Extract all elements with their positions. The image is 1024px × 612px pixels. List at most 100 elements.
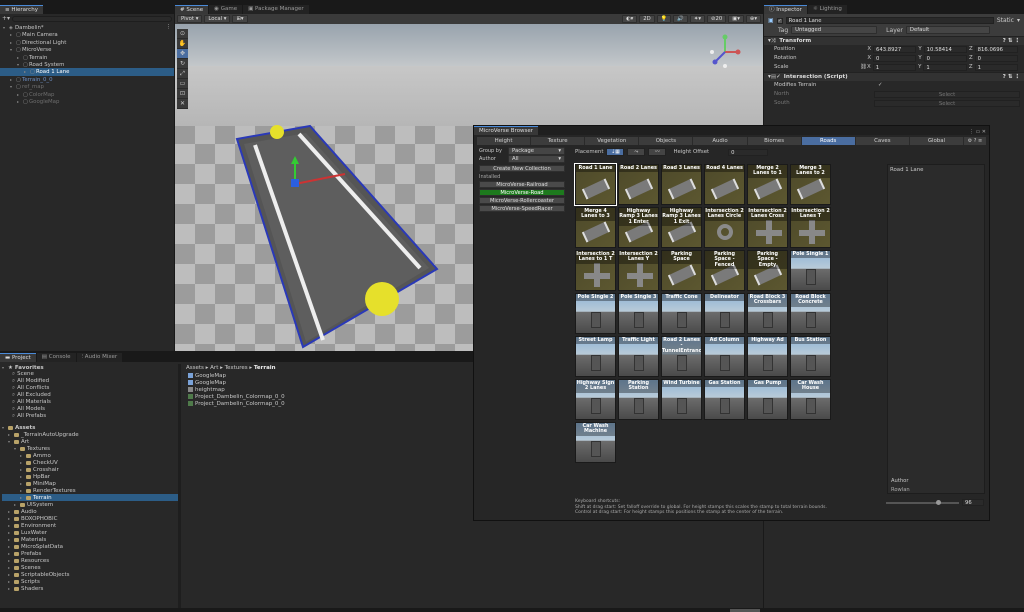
asset-folder[interactable]: ▾ Textures — [2, 445, 178, 452]
placement-spline-button[interactable]: 〰 — [648, 148, 667, 156]
effects-toggle[interactable]: ✦▾ — [689, 15, 706, 23]
asset-folder[interactable]: ▸ Environment — [2, 522, 178, 529]
create-collection-button[interactable]: Create New Collection — [479, 165, 565, 172]
layer-dropdown[interactable]: Default — [905, 26, 990, 34]
group-by-dropdown[interactable]: Package ▾ — [508, 147, 565, 155]
stamp-item[interactable]: Road Block 3 Crossbars — [747, 293, 788, 334]
asset-folder[interactable]: ▸ Resources — [2, 557, 178, 564]
stamp-item[interactable]: Car Wash Machine — [575, 422, 616, 463]
stamp-item[interactable]: Merge 3 Lanes to 2 — [790, 164, 831, 205]
move-tool-icon[interactable]: ✥ — [177, 49, 188, 59]
stamp-item[interactable]: Merge 2 Lanes to 1 — [747, 164, 788, 205]
height-offset-field[interactable]: 0 — [728, 148, 769, 156]
stamp-item[interactable]: Pole Single 2 — [575, 293, 616, 334]
draw-mode-button[interactable]: ◐▾ — [621, 15, 638, 23]
lighting-toggle[interactable]: 💡 — [656, 15, 672, 23]
scale-y-field[interactable]: 1 — [923, 64, 967, 71]
stamp-item[interactable]: Parking Space - Fenced — [704, 250, 745, 291]
position-x-field[interactable]: 643.8927 — [873, 46, 917, 53]
window-menu-icon[interactable]: ⋮ ▭ ✕ — [969, 129, 989, 135]
hierarchy-item[interactable]: ▾ ◈ Dambelin* ⋮ — [0, 24, 174, 31]
asset-folder[interactable]: ▸ Materials — [2, 536, 178, 543]
constrain-scale-icon[interactable]: ⛓ — [860, 63, 867, 72]
add-icon[interactable]: +▾ — [2, 15, 10, 22]
stamp-item[interactable]: Highway Sign 2 Lanes — [575, 379, 616, 420]
stamp-item[interactable]: Ad Column — [704, 336, 745, 377]
thumb-size-slider[interactable] — [886, 500, 959, 505]
breadcrumb-assets[interactable]: Assets — [186, 365, 204, 371]
camera-button[interactable]: ▣▾ — [728, 15, 744, 23]
stamp-item[interactable]: Intersection 2 Lanes Circle — [704, 207, 745, 248]
tab-global[interactable]: Global — [909, 137, 964, 145]
stamp-item[interactable]: Road 2 Lanes - TunnelEntrance — [661, 336, 702, 377]
tab-scene[interactable]: # Scene — [175, 5, 209, 14]
breadcrumb-terrain[interactable]: Terrain — [254, 365, 276, 371]
asset-folder[interactable]: ▸ HpBar — [2, 473, 178, 480]
stamp-item[interactable]: Road 3 Lanes — [661, 164, 702, 205]
rotation-x-field[interactable]: 0 — [873, 55, 917, 62]
grid-snap-button[interactable]: ⊞▾ — [232, 15, 248, 23]
tab-hierarchy[interactable]: ≡ Hierarchy — [0, 5, 43, 14]
favorites-header[interactable]: ▾ ★ Favorites — [2, 364, 178, 371]
asset-folder[interactable]: ▸ LuxWater — [2, 529, 178, 536]
stamp-item[interactable]: Gas Station — [704, 379, 745, 420]
component-menu-icon[interactable]: ? ⇅ ⋮ — [1003, 37, 1024, 45]
hierarchy-item[interactable]: ▸ ▢Terrain — [0, 54, 174, 61]
hidden-objects-counter[interactable]: ⊘20 — [707, 15, 727, 23]
tab-caves[interactable]: Caves — [855, 137, 910, 145]
asset-folder[interactable]: ▸ Shaders — [2, 585, 178, 592]
stamp-item[interactable]: Road 4 Lanes — [704, 164, 745, 205]
thumb-size-field[interactable]: 96 — [962, 499, 984, 506]
stamp-item[interactable]: Road Block Concrete — [790, 293, 831, 334]
stamp-item[interactable]: Road 1 Lane — [574, 163, 617, 206]
modifies-terrain-checkbox[interactable]: ✓ — [878, 81, 883, 90]
stamp-item[interactable]: Highway Ad — [747, 336, 788, 377]
asset-folder[interactable]: ▸ Prefabs — [2, 550, 178, 557]
transform-tool-icon[interactable]: ⊡ — [177, 89, 188, 99]
asset-folder[interactable]: ▸ CheckUV — [2, 459, 178, 466]
asset-folder[interactable]: ▸ MicroSplatData — [2, 543, 178, 550]
stamp-item[interactable]: Gas Pump — [747, 379, 788, 420]
tab-biomes[interactable]: Biomes — [747, 137, 802, 145]
stamp-item[interactable]: Intersection 2 Lanes T — [790, 207, 831, 248]
asset-folder[interactable]: ▸ Terrain — [2, 494, 178, 501]
placement-surface-button[interactable]: ⤳ — [627, 148, 646, 156]
stamp-item[interactable]: Car Wash House — [790, 379, 831, 420]
scene-menu-icon[interactable]: ⋮ — [166, 24, 174, 31]
stamp-item[interactable]: Street Lamp — [575, 336, 616, 377]
hierarchy-item[interactable]: ▾ ▢Road System — [0, 61, 174, 68]
asset-folder[interactable]: ▸ UISystem — [2, 501, 178, 508]
tab-roads[interactable]: Roads — [801, 137, 856, 145]
assets-header[interactable]: ▾ Assets — [2, 424, 178, 431]
scale-x-field[interactable]: 1 — [872, 64, 917, 71]
stamp-item[interactable]: Intersection 2 Lanes Y — [618, 250, 659, 291]
placement-flat-button[interactable]: ⇣▦ — [606, 148, 625, 156]
stamp-item[interactable]: Traffic Light — [618, 336, 659, 377]
asset-folder[interactable]: ▸ MiniMap — [2, 480, 178, 487]
tag-dropdown[interactable]: Untagged — [791, 26, 878, 34]
hierarchy-item[interactable]: ▾ ▢ref_map — [0, 83, 174, 90]
rotate-tool-icon[interactable]: ↻ — [177, 59, 188, 69]
stamp-item[interactable]: Delineator — [704, 293, 745, 334]
tab-audio-mixer[interactable]: ⫶ Audio Mixer — [76, 353, 123, 362]
favorite-item[interactable]: ⌕ Scene — [2, 371, 178, 378]
microverse-tab-icons[interactable]: ⚙ ? ≡ — [964, 137, 986, 145]
asset-folder[interactable]: ▾ Art — [2, 438, 178, 445]
favorite-item[interactable]: ⌕ All Prefabs — [2, 413, 178, 420]
rotation-z-field[interactable]: 0 — [974, 55, 1018, 62]
gizmos-button[interactable]: ⊕▾ — [745, 15, 761, 23]
object-name-field[interactable]: Road 1 Lane — [785, 17, 994, 24]
asset-folder[interactable]: ▸ Ammo — [2, 452, 178, 459]
tab-console[interactable]: ▤ Console — [36, 353, 76, 362]
asset-folder[interactable]: ▸ ScriptableObjects — [2, 571, 178, 578]
stamp-item[interactable]: Pole Single 3 — [618, 293, 659, 334]
asset-folder[interactable]: ▸ RenderTextures — [2, 487, 178, 494]
hierarchy-item[interactable]: ▾ ▢MicroVerse — [0, 46, 174, 53]
favorite-item[interactable]: ⌕ All Materials — [2, 399, 178, 406]
hierarchy-item[interactable]: ▸ ▢Main Camera — [0, 31, 174, 38]
breadcrumb-art[interactable]: Art — [210, 365, 218, 371]
stamp-item[interactable]: Wind Turbine — [661, 379, 702, 420]
collection-button[interactable]: MicroVerse-SpeedRacer — [479, 205, 565, 212]
collection-button[interactable]: MicroVerse-Railroad — [479, 181, 565, 188]
collection-button[interactable]: MicroVerse-Road — [479, 189, 565, 196]
